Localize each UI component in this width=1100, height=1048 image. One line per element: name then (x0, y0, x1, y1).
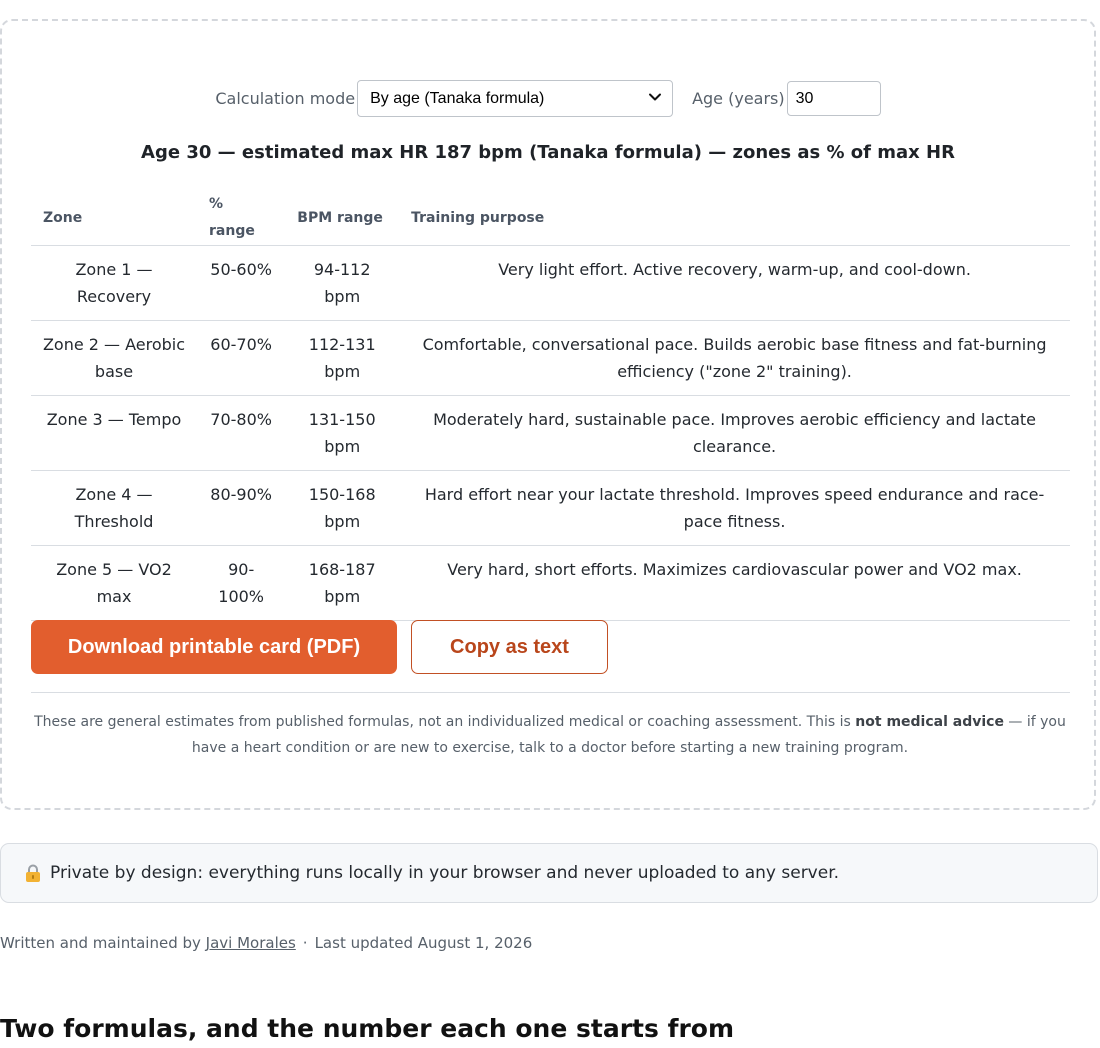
controls-row: Calculation mode By age (Tanaka formula)… (2, 80, 1094, 117)
purpose-cell: Very light effort. Active recovery, warm… (399, 245, 1070, 321)
zone-cell: Zone 2 — Aerobic base (31, 320, 197, 396)
table-header-row: Zone % range BPM range Training purpose (31, 191, 1070, 246)
column-header: Zone (31, 191, 197, 246)
table-row: Zone 5 — VO2 max 90-100% 168-187 bpm Ver… (31, 545, 1070, 621)
pct-cell: 70-80% (197, 395, 286, 471)
copy-text-button[interactable]: Copy as text (411, 620, 608, 674)
disclaimer: These are general estimates from publish… (22, 709, 1078, 761)
disclaimer-emphasis: not medical advice (855, 714, 1004, 730)
table-row: Zone 1 — Recovery 50-60% 94-112 bpm Very… (31, 245, 1070, 321)
bpm-cell: 168-187 bpm (285, 545, 400, 621)
disclaimer-text: These are general estimates from publish… (34, 714, 856, 730)
bpm-cell: 94-112 bpm (285, 245, 400, 321)
privacy-notice: Private by design: everything runs local… (0, 843, 1098, 903)
mode-select-value: By age (Tanaka formula) (370, 89, 545, 107)
byline-prefix: Written and maintained by (0, 934, 201, 952)
bpm-cell: 131-150 bpm (285, 395, 400, 471)
privacy-text: Private by design: everything runs local… (50, 863, 840, 883)
pct-cell: 80-90% (197, 470, 286, 546)
summary-heading: Age 30 — estimated max HR 187 bpm (Tanak… (141, 142, 955, 163)
download-pdf-button[interactable]: Download printable card (PDF) (31, 620, 397, 674)
column-header: BPM range (285, 191, 400, 246)
age-input[interactable]: 30 (786, 81, 881, 116)
table-row: Zone 3 — Tempo 70-80% 131-150 bpm Modera… (31, 395, 1070, 471)
purpose-cell: Comfortable, conversational pace. Builds… (399, 320, 1070, 396)
zone-cell: Zone 4 — Threshold (31, 470, 197, 546)
page: Calculation mode By age (Tanaka formula)… (0, 0, 1100, 1048)
age-input-value: 30 (795, 89, 814, 107)
divider (31, 692, 1070, 693)
column-header: % range (197, 191, 286, 246)
zone-cell: Zone 1 — Recovery (31, 245, 197, 321)
bpm-cell: 150-168 bpm (285, 470, 400, 546)
purpose-cell: Moderately hard, sustainable pace. Impro… (399, 395, 1070, 471)
chevron-down-icon (649, 93, 662, 101)
section-heading: Two formulas, and the number each one st… (0, 1014, 735, 1043)
lock-icon (26, 864, 40, 882)
author-link[interactable]: Javi Morales (206, 934, 296, 952)
pct-cell: 60-70% (197, 320, 286, 396)
pct-cell: 90-100% (197, 545, 286, 621)
calculator-card: Calculation mode By age (Tanaka formula)… (0, 19, 1096, 810)
byline: Written and maintained by Javi Morales · L… (0, 934, 532, 952)
zone-cell: Zone 3 — Tempo (31, 395, 197, 471)
age-label: Age (years) (692, 89, 785, 108)
last-updated: Last updated August 1, 2026 (314, 934, 533, 952)
table-row: Zone 4 — Threshold 80-90% 150-168 bpm Ha… (31, 470, 1070, 546)
zone-cell: Zone 5 — VO2 max (31, 545, 197, 621)
mode-label: Calculation mode (215, 89, 356, 108)
byline-separator: · (302, 934, 308, 952)
zones-table: Zone % range BPM range Training purpose … (31, 191, 1070, 621)
pct-cell: 50-60% (197, 245, 286, 321)
column-header: Training purpose (399, 191, 1070, 246)
purpose-cell: Very hard, short efforts. Maximizes card… (399, 545, 1070, 621)
mode-select[interactable]: By age (Tanaka formula) (357, 80, 674, 117)
table-row: Zone 2 — Aerobic base 60-70% 112-131 bpm… (31, 320, 1070, 396)
purpose-cell: Hard effort near your lactate threshold.… (399, 470, 1070, 546)
bpm-cell: 112-131 bpm (285, 320, 400, 396)
